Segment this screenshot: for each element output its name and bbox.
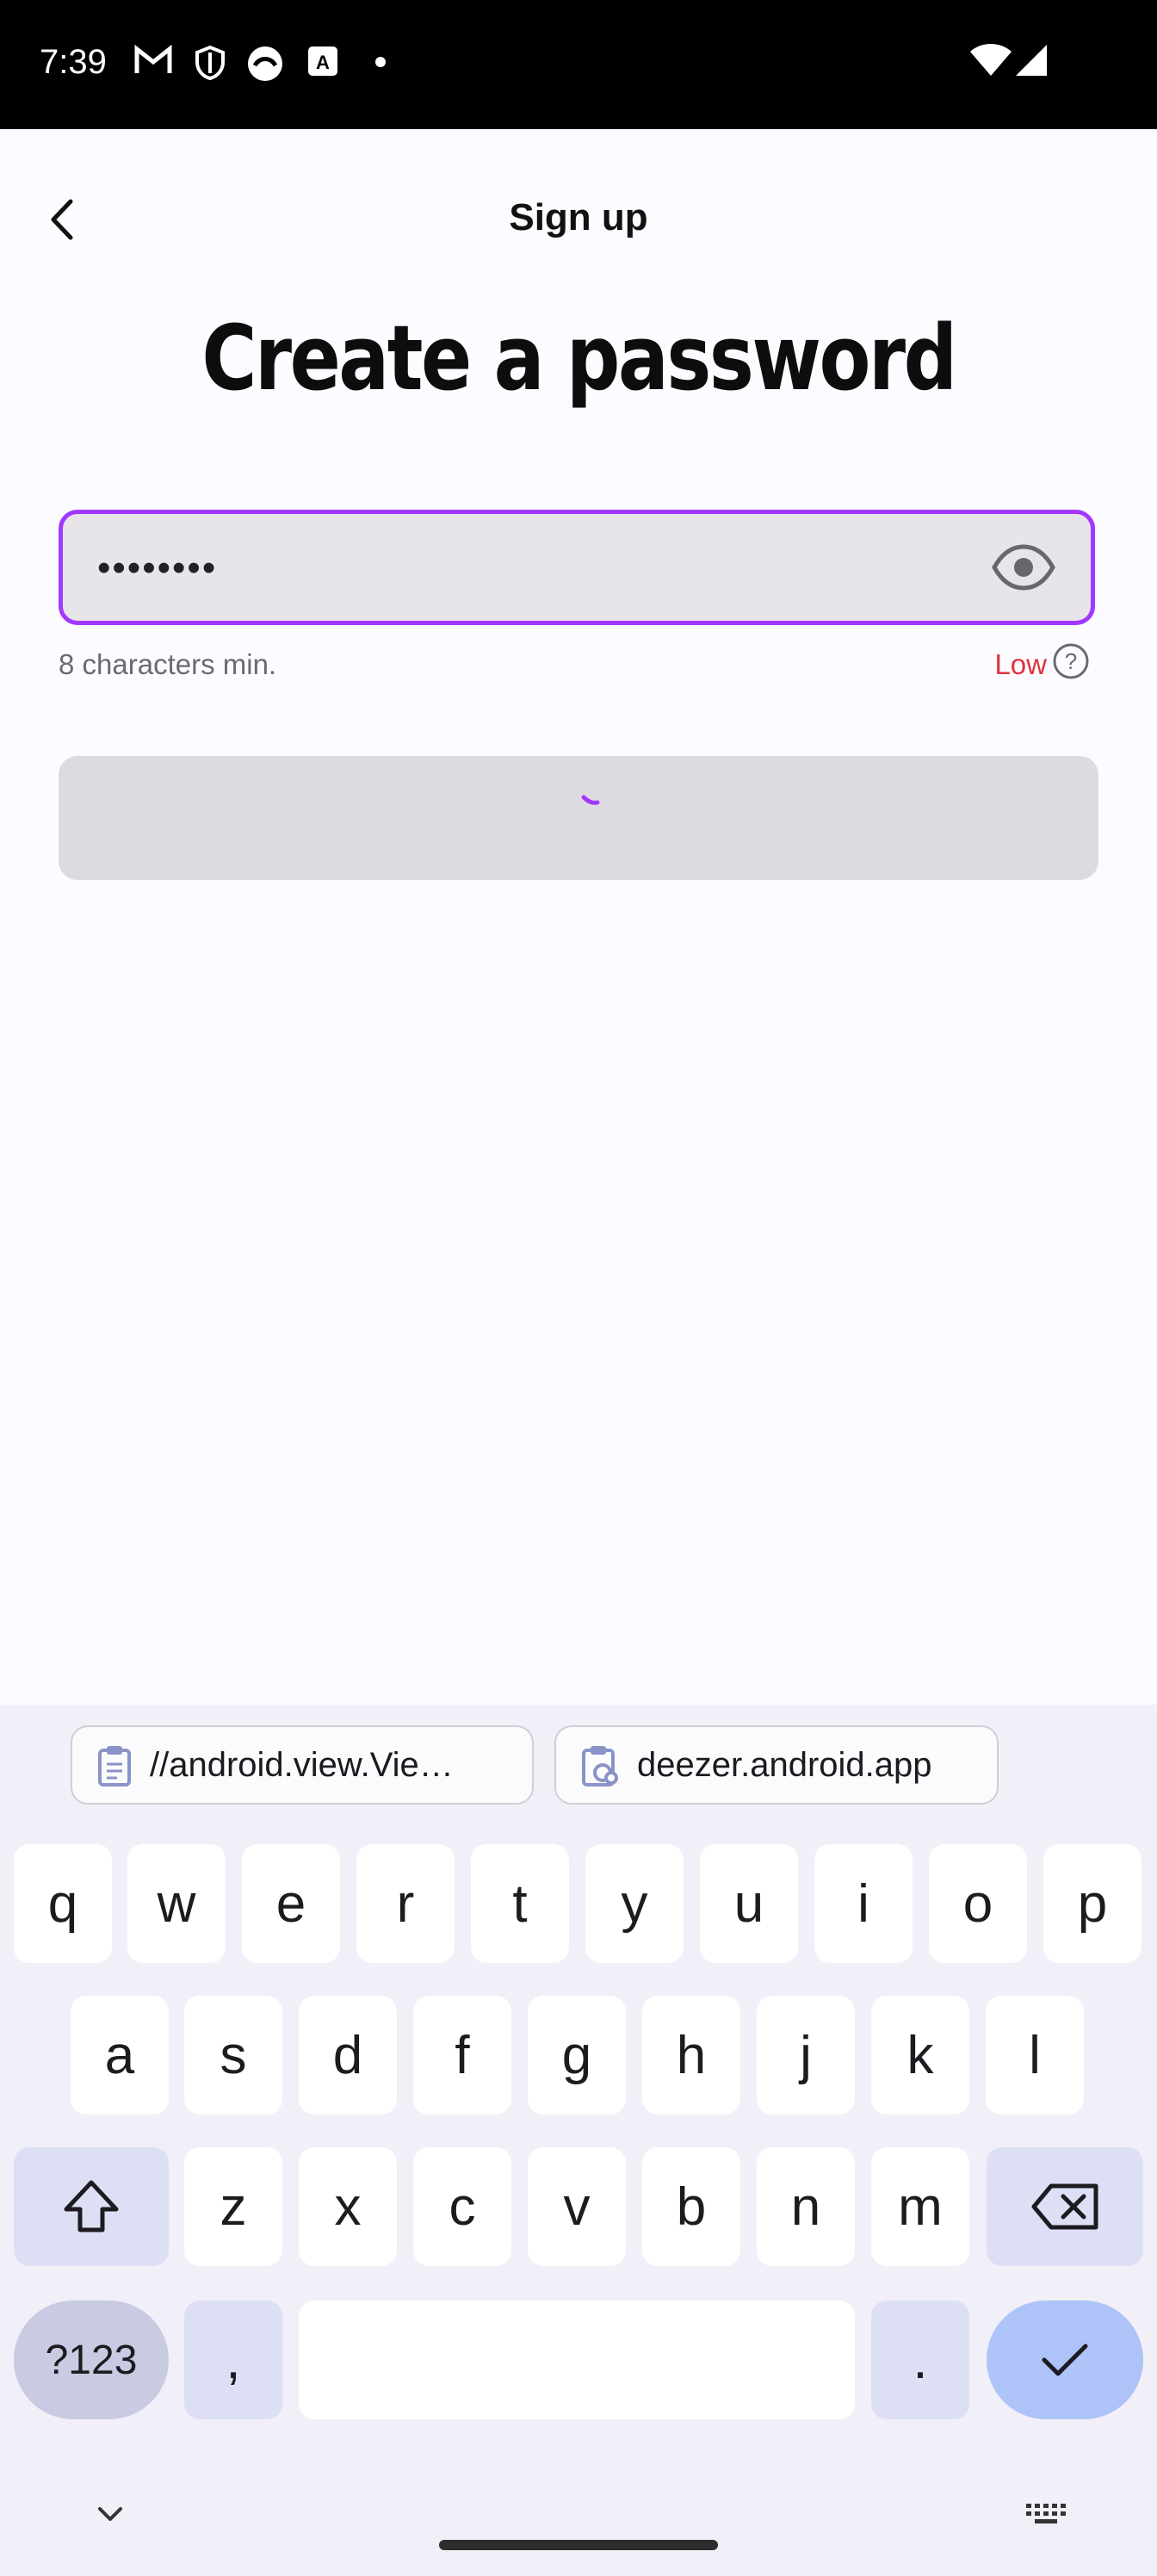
key-b[interactable]: b bbox=[642, 2147, 740, 2266]
shield-icon bbox=[195, 45, 225, 81]
key-h[interactable]: h bbox=[642, 1996, 740, 2115]
key-n[interactable]: n bbox=[757, 2147, 855, 2266]
key-o[interactable]: o bbox=[929, 1844, 1027, 1963]
key-w[interactable]: w bbox=[127, 1844, 226, 1963]
key-g[interactable]: g bbox=[528, 1996, 626, 2115]
svg-text:A: A bbox=[316, 52, 330, 73]
key-c[interactable]: c bbox=[413, 2147, 511, 2266]
password-input[interactable] bbox=[96, 514, 960, 622]
symbols-key[interactable]: ?123 bbox=[14, 2300, 169, 2419]
clipboard-suggestion-1-label: //android.view.Vie… bbox=[150, 1745, 454, 1784]
wifi-icon bbox=[970, 44, 1012, 76]
page-title: Sign up bbox=[509, 196, 648, 238]
gesture-handle[interactable] bbox=[439, 2540, 718, 2550]
status-time: 7:39 bbox=[40, 43, 107, 81]
key-k[interactable]: k bbox=[871, 1996, 969, 2115]
space-key[interactable] bbox=[299, 2300, 855, 2419]
password-strength: Low bbox=[994, 648, 1047, 680]
key-t[interactable]: t bbox=[471, 1844, 569, 1963]
key-m[interactable]: m bbox=[871, 2147, 969, 2266]
notification-dot-icon bbox=[375, 57, 386, 67]
key-r[interactable]: r bbox=[356, 1844, 455, 1963]
key-l[interactable]: l bbox=[986, 1996, 1084, 2115]
backspace-icon bbox=[1031, 2183, 1098, 2230]
key-x[interactable]: x bbox=[299, 2147, 397, 2266]
key-y[interactable]: y bbox=[585, 1844, 684, 1963]
key-f[interactable]: f bbox=[413, 1996, 511, 2115]
clipboard-suggestion-1[interactable]: //android.view.Vie… bbox=[71, 1725, 534, 1805]
key-j[interactable]: j bbox=[757, 1996, 855, 2115]
period-key[interactable]: . bbox=[871, 2300, 969, 2419]
shift-arrow-icon bbox=[64, 2180, 119, 2232]
key-p[interactable]: p bbox=[1043, 1844, 1142, 1963]
clipboard-suggestion-2-label: deezer.android.app bbox=[637, 1745, 932, 1784]
enter-key[interactable] bbox=[987, 2300, 1143, 2419]
key-i[interactable]: i bbox=[814, 1844, 913, 1963]
app-bar: Sign up bbox=[0, 129, 1157, 276]
clipboard-icon bbox=[98, 1746, 131, 1786]
password-field[interactable] bbox=[59, 510, 1095, 625]
key-d[interactable]: d bbox=[299, 1996, 397, 2115]
clipboard-suggestion-2[interactable]: deezer.android.app bbox=[554, 1725, 999, 1805]
gmail-icon bbox=[134, 45, 172, 73]
keyboard-switch-icon[interactable] bbox=[1024, 2500, 1067, 2528]
key-e[interactable]: e bbox=[242, 1844, 340, 1963]
key-s[interactable]: s bbox=[184, 1996, 282, 2115]
key-q[interactable]: q bbox=[14, 1844, 112, 1963]
svg-text:?: ? bbox=[1065, 648, 1077, 674]
help-icon[interactable]: ? bbox=[1052, 642, 1090, 680]
key-u[interactable]: u bbox=[700, 1844, 798, 1963]
hide-keyboard-chevron-icon[interactable] bbox=[93, 2502, 127, 2526]
keyboard bbox=[0, 1705, 1157, 2576]
loading-spinner-icon bbox=[581, 795, 600, 805]
translate-icon: A bbox=[308, 46, 337, 76]
clipboard-link-icon bbox=[582, 1746, 618, 1786]
key-v[interactable]: v bbox=[528, 2147, 626, 2266]
show-password-eye-icon[interactable] bbox=[991, 543, 1056, 591]
key-a[interactable]: a bbox=[71, 1996, 169, 2115]
password-hint: 8 characters min. bbox=[59, 648, 277, 680]
shift-key[interactable] bbox=[14, 2147, 169, 2266]
status-bar: 7:39 A bbox=[0, 0, 1157, 129]
checkmark-icon bbox=[1042, 2344, 1088, 2376]
signal-icon bbox=[1016, 45, 1047, 76]
comma-key[interactable]: , bbox=[184, 2300, 282, 2419]
backspace-key[interactable] bbox=[987, 2147, 1143, 2266]
key-z[interactable]: z bbox=[184, 2147, 282, 2266]
heading: Create a password bbox=[201, 306, 957, 411]
deezer-app-icon bbox=[248, 46, 282, 81]
